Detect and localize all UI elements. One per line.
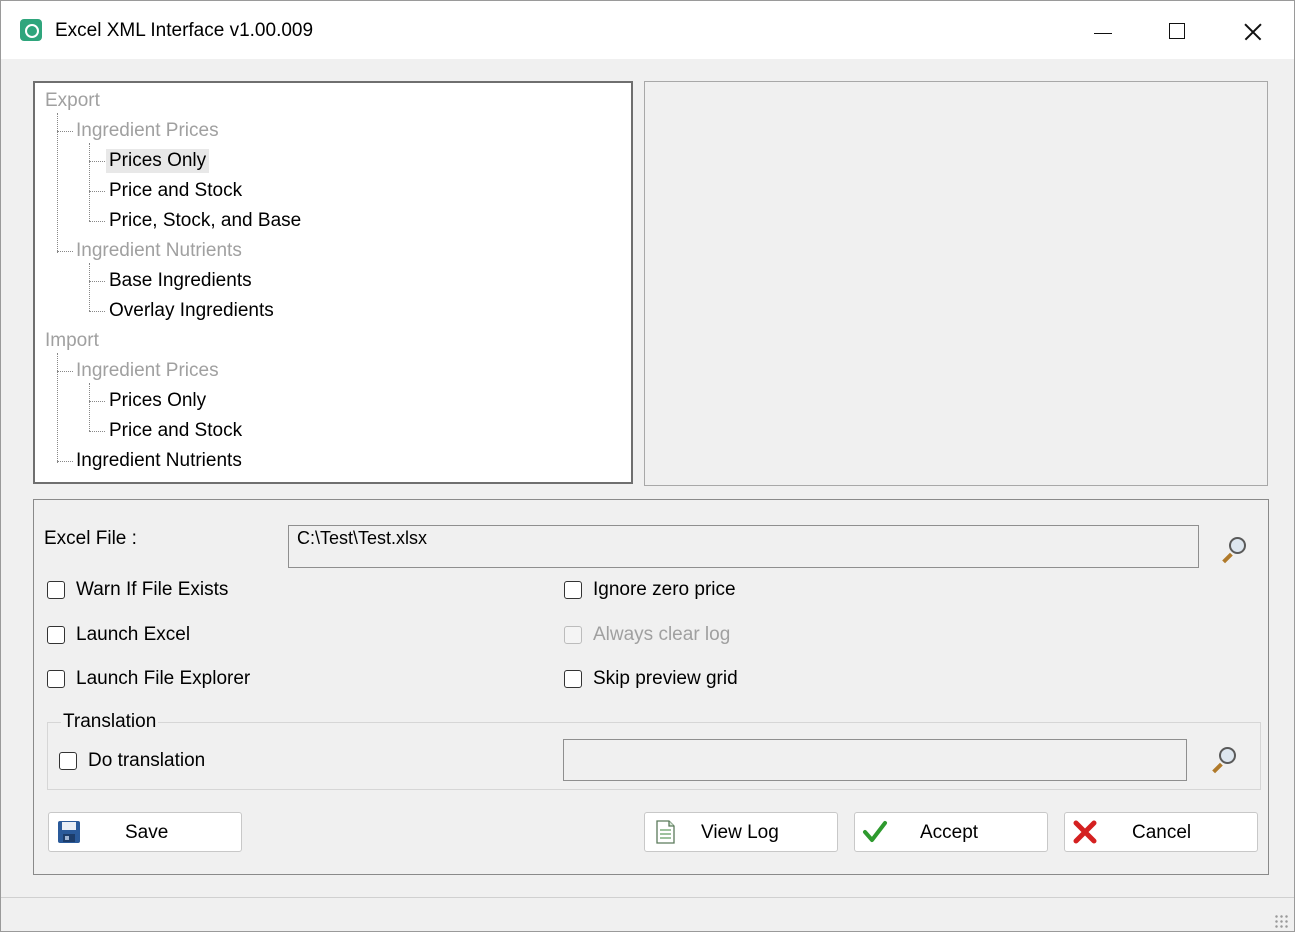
main-window: Excel XML Interface v1.00.009 Export Ing… — [0, 0, 1295, 932]
launch-excel-checkbox[interactable]: Launch Excel — [47, 624, 190, 646]
checkbox-label: Launch File Explorer — [76, 668, 251, 689]
tree-connector — [57, 131, 73, 132]
checkmark-icon — [863, 821, 887, 842]
close-button[interactable] — [1233, 13, 1273, 49]
checkbox-box[interactable] — [47, 581, 65, 599]
operation-tree[interactable]: Export Ingredient Prices Prices Only Pri… — [33, 81, 633, 484]
tree-connector — [89, 161, 105, 162]
checkbox-label: Ignore zero price — [593, 579, 736, 600]
window-title: Excel XML Interface v1.00.009 — [55, 20, 314, 41]
browse-translation-file-icon[interactable] — [1209, 745, 1239, 775]
checkbox-box — [564, 626, 582, 644]
translation-file-input[interactable] — [563, 739, 1187, 781]
tree-node-import[interactable]: Import — [45, 329, 99, 353]
app-icon — [20, 19, 42, 41]
tree-node-export[interactable]: Export — [45, 89, 100, 113]
minimize-button[interactable] — [1084, 13, 1124, 49]
tree-connector — [57, 371, 73, 372]
checkbox-label: Always clear log — [593, 624, 731, 645]
tree-node-import-price-and-stock[interactable]: Price and Stock — [109, 419, 242, 443]
tree-connector — [89, 221, 105, 222]
ignore-zero-price-checkbox[interactable]: Ignore zero price — [564, 579, 736, 601]
accept-button-label: Accept — [920, 822, 979, 843]
tree-connector — [89, 143, 90, 221]
tree-connector — [57, 113, 58, 253]
status-bar — [1, 897, 1294, 931]
checkbox-label: Skip preview grid — [593, 668, 738, 689]
floppy-disk-icon — [58, 821, 80, 843]
tree-node-export-overlay-ingredients[interactable]: Overlay Ingredients — [109, 299, 274, 323]
save-button-label: Save — [125, 822, 169, 843]
cancel-button[interactable]: Cancel — [1064, 812, 1258, 852]
checkbox-box[interactable] — [47, 626, 65, 644]
checkbox-box[interactable] — [564, 670, 582, 688]
tree-node-export-price-and-stock[interactable]: Price and Stock — [109, 179, 242, 203]
view-log-button[interactable]: View Log — [644, 812, 838, 852]
tree-connector — [89, 191, 105, 192]
launch-file-explorer-checkbox[interactable]: Launch File Explorer — [47, 668, 250, 690]
tree-connector — [89, 263, 90, 311]
cancel-button-label: Cancel — [1132, 822, 1192, 843]
tree-node-export-base-ingredients[interactable]: Base Ingredients — [109, 269, 252, 293]
tree-node-import-prices-only[interactable]: Prices Only — [109, 389, 206, 413]
maximize-button[interactable] — [1158, 13, 1198, 49]
checkbox-box[interactable] — [59, 752, 77, 770]
excel-file-label: Excel File : — [44, 528, 137, 549]
tree-node-export-price-stock-base[interactable]: Price, Stock, and Base — [109, 209, 301, 233]
do-translation-checkbox[interactable]: Do translation — [59, 750, 205, 772]
resize-grip-icon[interactable] — [1274, 914, 1288, 928]
tree-node-export-prices-only[interactable]: Prices Only — [106, 149, 210, 173]
tree-node-import-ingredient-prices[interactable]: Ingredient Prices — [76, 359, 219, 383]
excel-file-input[interactable] — [288, 525, 1199, 568]
save-button[interactable]: Save — [48, 812, 242, 852]
preview-panel — [644, 81, 1268, 486]
tree-connector — [89, 383, 90, 431]
checkbox-label: Warn If File Exists — [76, 579, 229, 600]
checkbox-label: Launch Excel — [76, 624, 191, 645]
checkbox-box[interactable] — [47, 670, 65, 688]
red-x-icon — [1073, 820, 1097, 844]
tree-node-export-ingredient-prices[interactable]: Ingredient Prices — [76, 119, 219, 143]
title-bar: Excel XML Interface v1.00.009 — [1, 1, 1294, 59]
view-log-button-label: View Log — [701, 822, 779, 843]
tree-node-import-ingredient-nutrients[interactable]: Ingredient Nutrients — [76, 449, 242, 473]
tree-connector — [57, 461, 73, 462]
tree-connector — [89, 281, 105, 282]
tree-connector — [57, 353, 58, 463]
browse-excel-file-icon[interactable] — [1219, 535, 1249, 565]
tree-connector — [89, 431, 105, 432]
tree-connector — [89, 401, 105, 402]
accept-button[interactable]: Accept — [854, 812, 1048, 852]
tree-node-export-ingredient-nutrients[interactable]: Ingredient Nutrients — [76, 239, 242, 263]
translation-legend: Translation — [61, 711, 159, 733]
warn-if-file-exists-checkbox[interactable]: Warn If File Exists — [47, 579, 228, 601]
always-clear-log-checkbox: Always clear log — [564, 624, 730, 646]
tree-connector — [89, 311, 105, 312]
checkbox-label: Do translation — [88, 750, 206, 771]
checkbox-box[interactable] — [564, 581, 582, 599]
document-icon — [656, 820, 675, 844]
tree-connector — [57, 251, 73, 252]
skip-preview-grid-checkbox[interactable]: Skip preview grid — [564, 668, 738, 690]
